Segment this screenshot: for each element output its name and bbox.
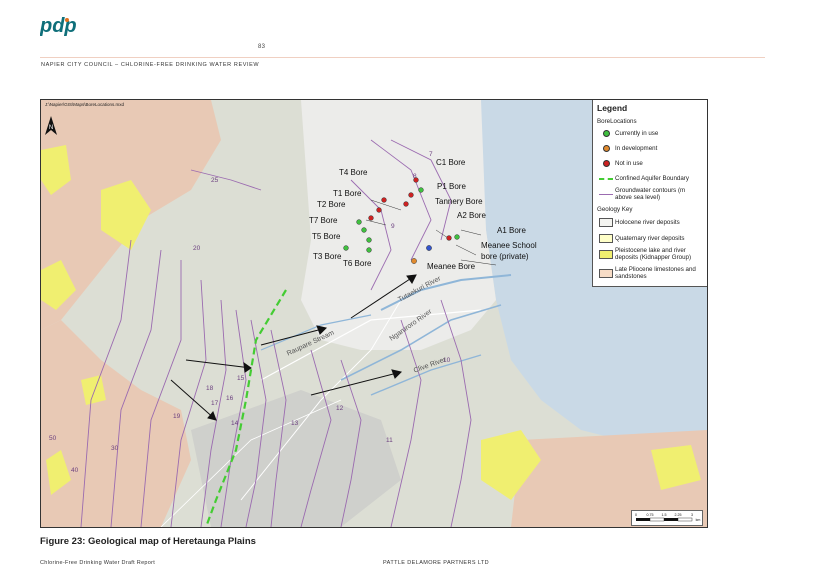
bore-label-t5: T5 Bore	[312, 232, 341, 241]
bore-label-a1: A1 Bore	[497, 226, 526, 235]
contour-label: 50	[49, 435, 57, 442]
contour-line-icon	[599, 193, 613, 195]
page-number: 83	[258, 44, 266, 50]
contour-label: 19	[173, 413, 181, 420]
legend-item-holocene: Holocene river deposits	[597, 218, 680, 227]
orange-dot-icon	[602, 145, 610, 152]
bore-label-tannery: Tannery Bore	[435, 197, 483, 206]
legend-item-groundwater-contours: Groundwater contours (m above sea level)	[597, 187, 701, 201]
contour-label: 9	[391, 223, 395, 230]
svg-text:km: km	[696, 518, 701, 522]
legend-item-currently-in-use: Currently in use	[597, 130, 658, 137]
geological-map: 7 8 9 10 11 12 13 14 15 16 17 18 19 20 2…	[40, 99, 708, 528]
swatch-icon	[599, 268, 613, 278]
bore-c1-dot	[418, 187, 424, 193]
footer-report-title: Chlorine-Free Drinking Water Draft Repor…	[40, 560, 156, 566]
scale-bar: 0 0.75 1.5 2.25 3 km	[631, 510, 703, 526]
svg-text:N: N	[49, 125, 53, 131]
green-dot-icon	[602, 130, 610, 137]
north-arrow-icon: N	[45, 116, 57, 135]
legend-geology-heading: Geology Key	[597, 206, 633, 213]
legend-title: Legend	[597, 103, 628, 113]
contour-label: 20	[193, 245, 201, 252]
bore-label-t3: T3 Bore	[313, 252, 342, 261]
red-dot-icon	[602, 160, 610, 167]
header-rule	[40, 57, 765, 58]
footer-company: PATTLE DELAMORE PARTNERS LTD	[383, 560, 490, 566]
svg-text:3: 3	[691, 513, 693, 517]
contour-label: 14	[231, 420, 239, 427]
legend-item-in-development: In development	[597, 145, 657, 152]
contour-label: 13	[291, 420, 299, 427]
map-file-path: J:\Napier\GIS\Maps\BoreLocations.mxd	[45, 102, 125, 107]
bore-label-a2: A2 Bore	[457, 211, 486, 220]
contour-label: 12	[336, 405, 344, 412]
bore-label-t1: T1 Bore	[333, 189, 362, 198]
contour-label: 30	[111, 445, 119, 452]
legend-item-pleistocene: Pleistocene lake and river deposits (Kid…	[597, 247, 701, 261]
swatch-icon	[599, 218, 613, 227]
bore-label-c1: C1 Bore	[436, 158, 466, 167]
contour-label: 17	[211, 400, 219, 407]
legend-bore-heading: BoreLocations	[597, 118, 637, 125]
bore-label-meanee-school: Meanee School	[481, 241, 537, 250]
bore-label-t6: T6 Bore	[343, 259, 372, 268]
legend-item-quaternary: Quaternary river deposits	[597, 234, 684, 243]
legend-item-late-pliocene: Late Pliocene limestones and sandstones	[597, 266, 701, 280]
svg-text:0.75: 0.75	[647, 513, 654, 517]
contour-label: 11	[386, 437, 393, 444]
svg-text:2.25: 2.25	[675, 513, 682, 517]
bore-label-t7: T7 Bore	[309, 216, 338, 225]
legend-item-confined-aquifer: Confined Aquifer Boundary	[597, 175, 689, 182]
bore-label-p1: P1 Bore	[437, 182, 466, 191]
bore-label-t4: T4 Bore	[339, 168, 368, 177]
bore-label-t2: T2 Bore	[317, 200, 346, 209]
bore-label-meanee: Meanee Bore	[427, 262, 476, 271]
svg-text:pdp: pdp	[40, 15, 77, 37]
svg-text:1.5: 1.5	[662, 513, 667, 517]
contour-label: 40	[71, 467, 79, 474]
bore-label-meanee-school-private: bore (private)	[481, 252, 529, 261]
svg-text:0: 0	[635, 513, 637, 517]
swatch-icon	[599, 249, 613, 259]
contour-label: 16	[226, 395, 234, 402]
legend-item-not-in-use: Not in use	[597, 160, 643, 167]
contour-label: 7	[429, 151, 433, 158]
contour-label: 18	[206, 385, 214, 392]
figure-caption: Figure 23: Geological map of Heretaunga …	[40, 536, 256, 547]
document-title: NAPIER CITY COUNCIL – CHLORINE-FREE DRIN…	[41, 62, 260, 68]
contour-label: 25	[211, 177, 219, 184]
pdp-logo: pdp	[40, 15, 77, 37]
contour-label: 15	[237, 375, 245, 382]
swatch-icon	[599, 234, 613, 243]
map-legend: Legend BoreLocations Currently in use In…	[592, 100, 707, 287]
dashed-line-icon	[599, 177, 613, 180]
